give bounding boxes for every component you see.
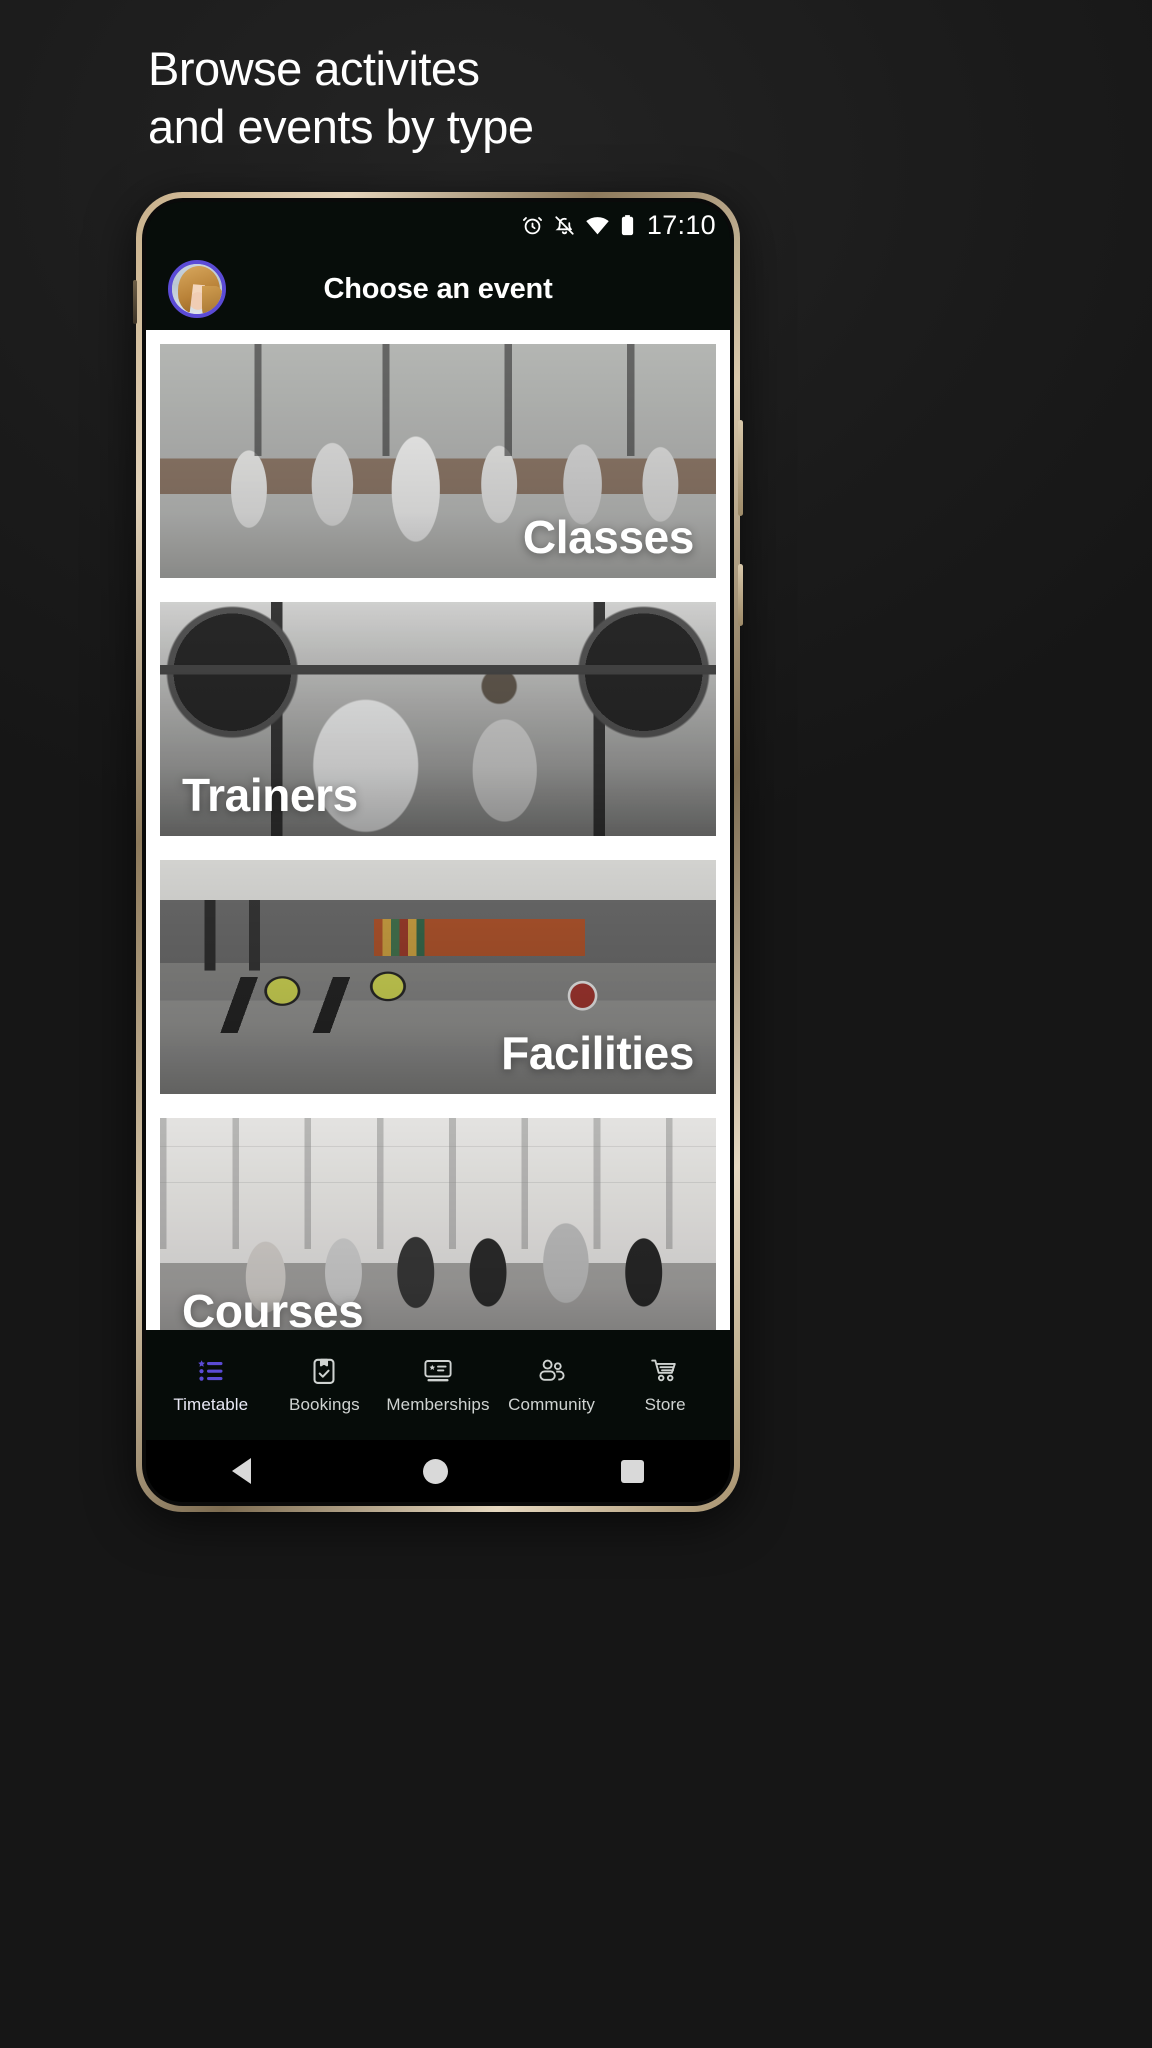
event-card-facilities[interactable]: Facilities (160, 860, 716, 1094)
status-bar-time: 17:10 (646, 209, 716, 240)
battery-icon (621, 214, 634, 235)
headline-line-2: and events by type (148, 100, 534, 153)
back-triangle-icon[interactable] (232, 1458, 252, 1484)
nav-label-bookings: Bookings (289, 1394, 360, 1414)
page-title: Choose an event (323, 272, 553, 305)
clipboard-check-icon (311, 1356, 337, 1386)
recents-square-icon[interactable] (620, 1459, 644, 1483)
nav-item-community[interactable]: Community (495, 1356, 609, 1415)
bottom-navigation: Timetable Bookings Memberships Community… (146, 1330, 730, 1440)
nav-label-memberships: Memberships (386, 1394, 490, 1414)
phone-screen: 17:10 Choose an event Classes Trainers F… (146, 202, 730, 1502)
notifications-off-icon (555, 215, 574, 235)
membership-card-icon (423, 1356, 453, 1386)
card-label-trainers: Trainers (182, 769, 358, 821)
avatar[interactable] (168, 260, 226, 318)
headline-line-1: Browse activites (148, 42, 480, 95)
card-label-facilities: Facilities (501, 1027, 694, 1079)
event-type-list: Classes Trainers Facilities Courses (146, 330, 730, 1360)
android-system-nav (146, 1440, 730, 1502)
home-circle-icon[interactable] (423, 1458, 449, 1484)
alarm-icon (522, 216, 542, 234)
promo-headline: Browse activites and events by type (148, 40, 908, 156)
status-bar: 17:10 (146, 202, 730, 248)
nav-item-store[interactable]: Store (608, 1356, 722, 1415)
volume-button[interactable] (738, 420, 743, 516)
shopping-cart-icon (650, 1356, 680, 1386)
app-header: Choose an event (146, 248, 730, 330)
event-card-courses[interactable]: Courses (160, 1118, 716, 1352)
phone-mockup: 17:10 Choose an event Classes Trainers F… (133, 192, 743, 1512)
avatar-hair-front (202, 286, 222, 314)
nav-item-timetable[interactable]: Timetable (154, 1356, 268, 1415)
people-icon (537, 1356, 567, 1386)
wifi-icon (586, 216, 609, 234)
event-card-trainers[interactable]: Trainers (160, 602, 716, 836)
power-button[interactable] (738, 564, 743, 626)
nav-item-bookings[interactable]: Bookings (268, 1356, 382, 1415)
left-side-button[interactable] (133, 280, 137, 324)
nav-item-memberships[interactable]: Memberships (381, 1356, 495, 1415)
nav-label-community: Community (508, 1394, 596, 1414)
promo-screenshot: Browse activites and events by type 17:1… (0, 0, 1152, 2048)
nav-label-store: Store (644, 1394, 686, 1414)
nav-label-timetable: Timetable (173, 1394, 249, 1414)
list-star-icon (197, 1356, 225, 1386)
event-card-classes[interactable]: Classes (160, 344, 716, 578)
card-label-classes: Classes (522, 511, 695, 563)
